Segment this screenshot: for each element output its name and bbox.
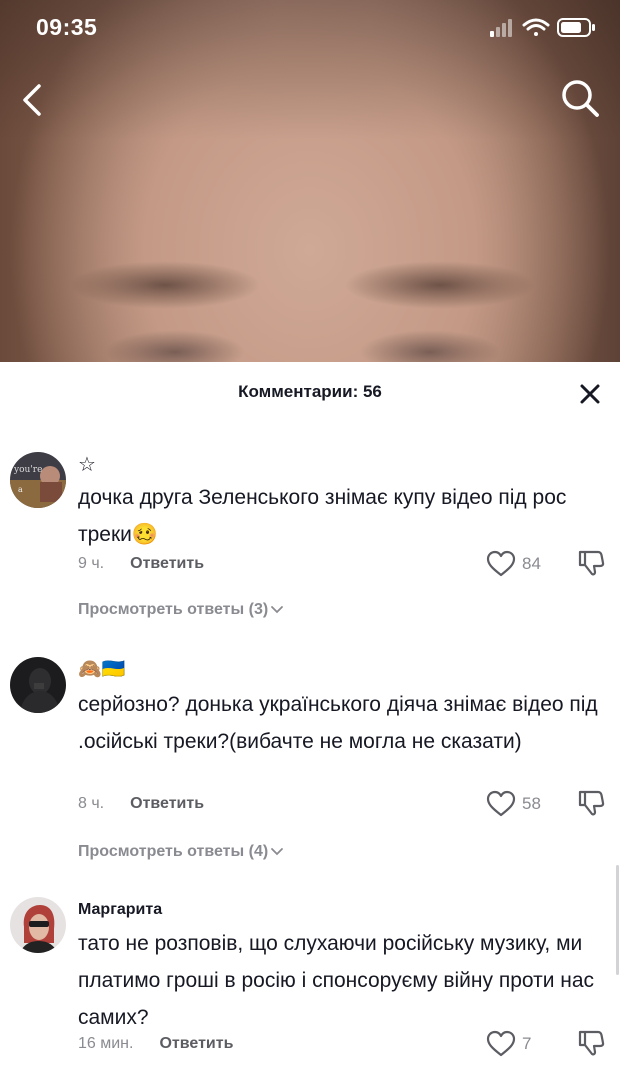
status-icons (490, 18, 595, 37)
search-icon[interactable] (558, 76, 602, 120)
dislike-icon[interactable] (576, 788, 606, 818)
back-icon[interactable] (14, 80, 54, 120)
comment-time: 9 ч. (78, 555, 105, 572)
view-replies-label: Просмотреть ответы (3) (78, 601, 269, 618)
comment-meta: 16 мин. Ответить (78, 1035, 233, 1053)
avatar[interactable]: you're a (10, 452, 66, 508)
comment-text: серйозно? донька українського діяча знім… (78, 693, 598, 753)
like-count: 58 (522, 794, 541, 813)
close-icon[interactable] (574, 378, 606, 410)
view-replies-label: Просмотреть ответы (4) (78, 843, 269, 860)
status-time: 09:35 (36, 14, 98, 40)
svg-text:you're: you're (13, 465, 42, 475)
status-bar: 09:35 (0, 0, 620, 56)
comments-title: Комментарии: 56 (238, 382, 382, 401)
like-count: 7 (522, 1034, 532, 1053)
like-count: 84 (522, 554, 541, 573)
comment-username[interactable]: 🙈🇺🇦 (78, 657, 125, 681)
comment-username[interactable]: Маргарита (78, 901, 162, 919)
comment-text: тато не розповів, що слухаючи російську … (78, 932, 595, 1029)
reply-button[interactable]: Ответить (159, 1035, 233, 1052)
reply-button[interactable]: Ответить (130, 555, 204, 572)
signal-icon (490, 19, 512, 37)
comment-meta: 8 ч. Ответить (78, 795, 204, 813)
heart-icon (486, 550, 516, 577)
heart-icon (486, 1030, 516, 1057)
comment-username[interactable]: ☆ (78, 452, 96, 477)
comment-text: дочка друга Зеленського знімає купу віде… (78, 486, 567, 546)
chevron-down-icon (271, 605, 284, 614)
scrollbar[interactable] (616, 865, 619, 975)
comment-meta: 9 ч. Ответить (78, 555, 204, 573)
avatar[interactable] (10, 657, 66, 713)
avatar[interactable] (10, 897, 66, 953)
like-button[interactable]: 7 (486, 1029, 556, 1059)
comment-time: 8 ч. (78, 795, 105, 812)
heart-icon (486, 790, 516, 817)
view-replies-button[interactable]: Просмотреть ответы (3) (78, 601, 284, 619)
like-button[interactable]: 58 (486, 789, 556, 819)
battery-icon (557, 18, 595, 37)
like-button[interactable]: 84 (486, 549, 556, 579)
dislike-icon[interactable] (576, 1028, 606, 1058)
dislike-icon[interactable] (576, 548, 606, 578)
svg-text:a: a (18, 485, 23, 494)
comment-time: 16 мин. (78, 1035, 134, 1052)
wifi-icon (522, 18, 550, 36)
view-replies-button[interactable]: Просмотреть ответы (4) (78, 843, 284, 861)
reply-button[interactable]: Ответить (130, 795, 204, 812)
chevron-down-icon (271, 847, 284, 856)
